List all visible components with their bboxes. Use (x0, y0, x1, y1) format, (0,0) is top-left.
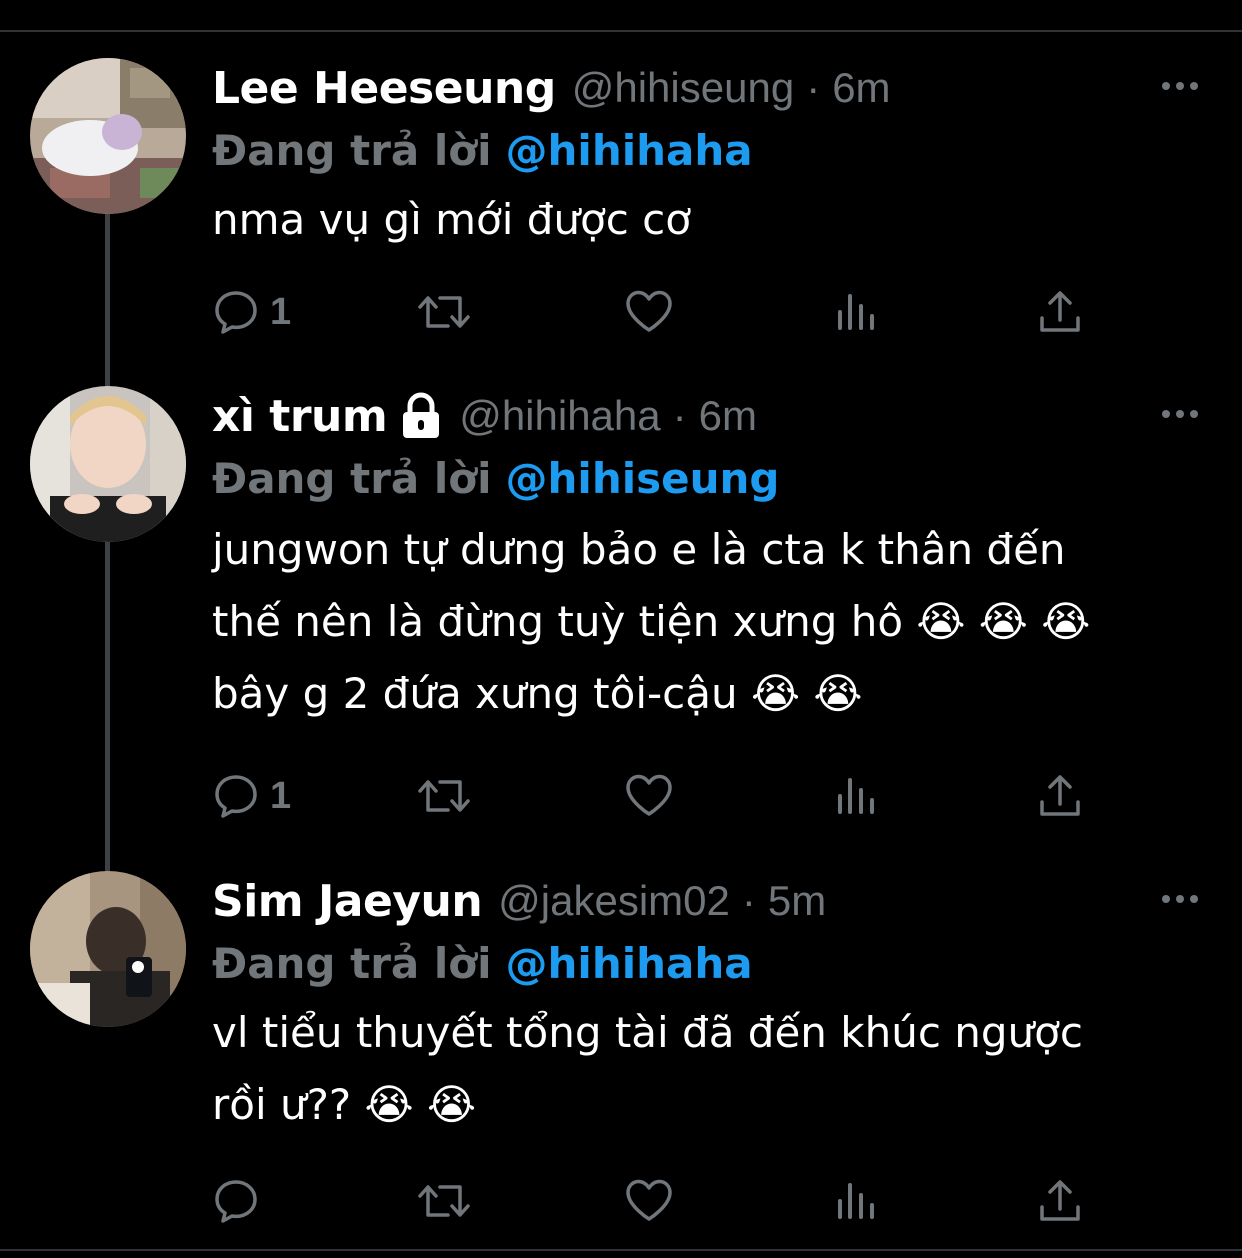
tweet-actions: 1 (212, 766, 1112, 826)
replying-to: Đang trả lời @hihiseung (212, 448, 779, 508)
reply-icon (212, 1177, 260, 1225)
tweet[interactable]: Sim Jaeyun @jakesim02 · 5m Đang trả lời … (0, 871, 1242, 1241)
retweet-button[interactable] (416, 282, 472, 342)
avatar[interactable] (30, 871, 186, 1027)
tweet-actions (212, 1171, 1112, 1231)
share-button[interactable] (1038, 766, 1082, 826)
retweet-icon (416, 1177, 472, 1225)
lock-icon (399, 392, 443, 440)
like-button[interactable] (624, 766, 674, 826)
replying-to-handle[interactable]: @hihihaha (506, 939, 753, 988)
like-button[interactable] (624, 282, 674, 342)
separator-dot: · (741, 877, 756, 924)
avatar[interactable] (30, 386, 186, 542)
tweet-text: jungwon tự dưng bảo e là cta k thân đến … (212, 525, 1091, 718)
user-handle[interactable]: @jakesim02 (498, 877, 730, 925)
timestamp[interactable]: 5m (768, 877, 826, 925)
heart-icon (624, 288, 674, 336)
reply-button[interactable]: 1 (212, 282, 291, 342)
tweet-header: Lee Heeseung @hihiseung · 6m (212, 58, 891, 118)
user-handle[interactable]: @hihiseung (572, 64, 794, 112)
reply-count: 1 (270, 290, 292, 333)
replying-to-label: Đang trả lời (212, 125, 492, 175)
user-handle[interactable]: @hihihaha (459, 392, 660, 440)
avatar[interactable] (30, 58, 186, 214)
retweet-icon (416, 772, 472, 820)
display-name[interactable]: Lee Heeseung (212, 63, 556, 114)
replying-to-handle[interactable]: @hihihaha (506, 126, 753, 175)
tweet[interactable]: xì trum @hihihaha · 6m Đang trả lời @hih… (0, 386, 1242, 846)
more-icon[interactable] (1158, 64, 1202, 108)
analytics-button[interactable] (834, 1171, 878, 1231)
tweet[interactable]: Lee Heeseung @hihiseung · 6m Đang trả lờ… (0, 58, 1242, 358)
retweet-icon (416, 288, 472, 336)
share-icon (1038, 1177, 1082, 1225)
separator-dot: · (672, 392, 687, 439)
analytics-icon (834, 288, 878, 336)
heart-icon (624, 772, 674, 820)
replying-to-label: Đang trả lời (212, 453, 492, 503)
reply-icon (212, 288, 260, 336)
tweet-actions: 1 (212, 282, 1112, 342)
timestamp[interactable]: 6m (699, 392, 757, 440)
analytics-icon (834, 772, 878, 820)
tweet-header: Sim Jaeyun @jakesim02 · 5m (212, 871, 826, 931)
reply-icon (212, 772, 260, 820)
display-name[interactable]: xì trum (212, 391, 388, 442)
replying-to-label: Đang trả lời (212, 938, 492, 988)
replying-to-handle[interactable]: @hihiseung (506, 454, 780, 503)
tweet-header: xì trum @hihihaha · 6m (212, 386, 757, 446)
share-button[interactable] (1038, 282, 1082, 342)
more-icon[interactable] (1158, 877, 1202, 921)
bottom-divider (0, 1249, 1242, 1251)
analytics-icon (834, 1177, 878, 1225)
retweet-button[interactable] (416, 1171, 472, 1231)
separator-dot: · (806, 64, 821, 111)
reply-count: 1 (270, 774, 292, 817)
analytics-button[interactable] (834, 282, 878, 342)
reply-button[interactable] (212, 1171, 270, 1231)
retweet-button[interactable] (416, 766, 472, 826)
reply-button[interactable]: 1 (212, 766, 291, 826)
share-icon (1038, 288, 1082, 336)
display-name[interactable]: Sim Jaeyun (212, 876, 483, 927)
share-button[interactable] (1038, 1171, 1082, 1231)
tweet-text: nma vụ gì mới được cơ (212, 195, 691, 244)
like-button[interactable] (624, 1171, 674, 1231)
more-icon[interactable] (1158, 392, 1202, 436)
replying-to: Đang trả lời @hihihaha (212, 120, 753, 180)
analytics-button[interactable] (834, 766, 878, 826)
heart-icon (624, 1177, 674, 1225)
tweet-text: vl tiểu thuyết tổng tài đã đến khúc ngượ… (212, 1008, 1083, 1129)
share-icon (1038, 772, 1082, 820)
timestamp[interactable]: 6m (832, 64, 890, 112)
replying-to: Đang trả lời @hihihaha (212, 933, 753, 993)
top-divider (0, 30, 1242, 32)
